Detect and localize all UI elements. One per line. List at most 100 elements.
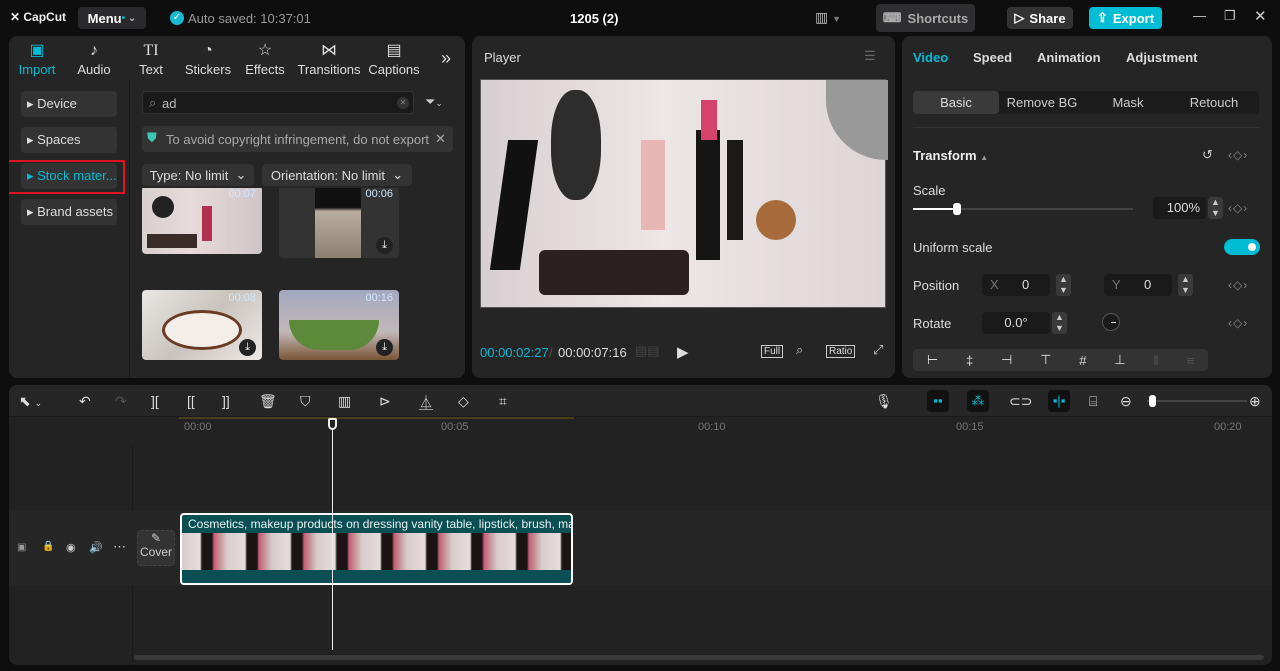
position-x-stepper[interactable]: ▲ ▼	[1056, 274, 1071, 296]
share-button[interactable]: ▷ Share	[1007, 7, 1073, 29]
delete-icon[interactable]: 🗑	[259, 393, 277, 410]
uniform-scale-toggle[interactable]	[1224, 239, 1260, 255]
audio-icon[interactable]: 🔊	[89, 541, 103, 554]
zoom-fit-icon[interactable]: ⌸	[1089, 393, 1097, 410]
tab-animation[interactable]: Animation	[1037, 50, 1101, 65]
tab-import[interactable]: ▣ Import	[9, 36, 65, 77]
distribute-h-icon[interactable]: ‖	[1153, 353, 1158, 368]
rotate-dial[interactable]	[1102, 313, 1120, 331]
rotate-icon[interactable]: ◇	[458, 393, 469, 410]
tab-audio[interactable]: ♪ Audio	[66, 36, 122, 77]
lock-icon[interactable]: 🔒	[42, 541, 54, 552]
tab-text[interactable]: TI Text	[123, 36, 179, 77]
more-tabs-icon[interactable]: »	[441, 48, 451, 69]
scale-slider[interactable]	[913, 203, 1133, 215]
dismiss-notice-icon[interactable]: ✕	[435, 131, 446, 147]
stock-thumb[interactable]: 00:06 ⤓	[279, 188, 399, 258]
snap-icon[interactable]: ⁂	[967, 390, 989, 412]
align-bottom-icon[interactable]: ⊥	[1114, 352, 1125, 368]
tab-speed[interactable]: Speed	[973, 50, 1012, 65]
stock-thumb[interactable]: 00:07	[142, 188, 262, 254]
freeze-icon[interactable]: ▥	[338, 393, 351, 410]
keyframe-icon[interactable]: ‹◇›	[1228, 316, 1248, 330]
full-quality-button[interactable]: Full	[761, 345, 784, 358]
keyframe-icon[interactable]: ‹◇›	[1228, 201, 1248, 215]
menu-button[interactable]: Menu • ⌄	[78, 7, 146, 29]
mirror-icon[interactable]: ⏅	[419, 393, 433, 413]
horizontal-scrollbar[interactable]	[134, 655, 1264, 660]
align-right-icon[interactable]: ⊣	[1001, 352, 1012, 368]
playhead-handle[interactable]	[328, 418, 337, 430]
rotate-input[interactable]: 0.0°	[982, 312, 1050, 334]
maximize-button[interactable]: ❐	[1224, 8, 1236, 24]
reset-icon[interactable]: ↺	[1202, 147, 1213, 163]
align-center-h-icon[interactable]: ‡	[966, 353, 973, 368]
reverse-icon[interactable]: ⊳	[379, 393, 391, 410]
undo-icon[interactable]: ↶	[79, 393, 91, 410]
shortcuts-button[interactable]: ⌨ Shortcuts	[876, 4, 975, 32]
sidebar-item-device[interactable]: ▸ Device	[21, 91, 117, 117]
keyframe-icon[interactable]: ‹◇›	[1228, 278, 1248, 292]
export-button[interactable]: ⇪ Export	[1089, 7, 1162, 29]
playhead[interactable]	[332, 425, 333, 650]
sidebar-item-brand-assets[interactable]: ▸ Brand assets	[21, 199, 117, 225]
zoom-in-icon[interactable]: ⊕	[1249, 393, 1261, 410]
track-toggle-icon[interactable]: ▣	[17, 542, 26, 553]
link-icon[interactable]: ⊂⊃	[1009, 393, 1032, 410]
align-top-icon[interactable]: ⊤	[1040, 352, 1051, 368]
minimize-button[interactable]: —	[1193, 8, 1206, 23]
distribute-v-icon[interactable]: ≡	[1187, 353, 1195, 368]
stock-thumb[interactable]: 00:16 ⤓	[279, 290, 399, 360]
stock-thumb[interactable]: 00:08 ⤓	[142, 290, 262, 360]
align-left-icon[interactable]: ⊢	[927, 352, 938, 368]
cover-button[interactable]: ✎ Cover	[137, 530, 175, 566]
clear-search-icon[interactable]: ✕	[397, 97, 409, 109]
main-track-magnet-icon[interactable]: ▪▪	[927, 390, 949, 412]
zoom-preview-icon[interactable]: ⌕	[796, 342, 803, 358]
scale-input[interactable]: 100%	[1153, 197, 1206, 219]
tab-captions[interactable]: ▤ Captions	[364, 36, 424, 77]
rotate-stepper[interactable]: ▲ ▼	[1052, 312, 1067, 334]
split-right-icon[interactable]: ]]	[222, 393, 230, 409]
orientation-filter-dropdown[interactable]: Orientation: No limit ⌄	[262, 164, 412, 186]
ratio-button[interactable]: Ratio	[826, 345, 856, 358]
split-left-icon[interactable]: [[	[187, 393, 195, 409]
tab-effects[interactable]: ☆ Effects	[237, 36, 293, 77]
play-button[interactable]: ▶	[677, 343, 689, 361]
tab-transitions[interactable]: ⋈ Transitions	[294, 36, 364, 77]
download-icon[interactable]: ⤓	[239, 339, 256, 356]
position-y-stepper[interactable]: ▲ ▼	[1178, 274, 1193, 296]
tab-adjustment[interactable]: Adjustment	[1126, 50, 1198, 65]
subtab-basic[interactable]: Basic	[913, 91, 999, 114]
split-icon[interactable]: ][	[151, 393, 159, 409]
scale-stepper[interactable]: ▲ ▼	[1208, 197, 1223, 219]
position-x-input[interactable]: X0	[982, 274, 1050, 296]
video-clip[interactable]: Cosmetics, makeup products on dressing v…	[180, 513, 573, 585]
search-input[interactable]: ⌕ ad ✕	[142, 91, 414, 114]
slider-handle[interactable]	[953, 203, 961, 215]
tab-video[interactable]: Video	[913, 50, 948, 65]
download-icon[interactable]: ⤓	[376, 339, 393, 356]
crop-icon[interactable]: ⌗	[499, 393, 507, 410]
transform-header[interactable]: Transform ▲	[913, 148, 988, 163]
zoom-slider[interactable]	[1147, 395, 1247, 407]
tab-stickers[interactable]: ◔ Stickers	[180, 36, 236, 77]
layout-icon[interactable]: ▥ ▼	[815, 9, 841, 26]
marker-icon[interactable]: ⛉	[300, 393, 311, 410]
video-preview[interactable]	[480, 79, 888, 308]
subtab-remove-bg[interactable]: Remove BG	[999, 91, 1085, 114]
select-tool-icon[interactable]: ⬉ ⌄	[19, 393, 42, 410]
preview-axis-icon[interactable]: ▪|▪	[1048, 390, 1070, 412]
position-y-input[interactable]: Y0	[1104, 274, 1172, 296]
zoom-out-icon[interactable]: ⊖	[1120, 393, 1132, 410]
player-menu-icon[interactable]: ☰	[864, 48, 876, 64]
microphone-icon[interactable]: 🎙	[875, 393, 893, 410]
download-icon[interactable]: ⤓	[376, 237, 393, 254]
close-button[interactable]: ✕	[1254, 7, 1267, 25]
filter-icon[interactable]: ⏷⌄	[425, 94, 443, 110]
fullscreen-icon[interactable]: ⤢	[873, 342, 883, 358]
redo-icon[interactable]: ↷	[115, 393, 127, 410]
eye-icon[interactable]: ◉	[66, 541, 76, 554]
subtab-mask[interactable]: Mask	[1085, 91, 1171, 114]
subtab-retouch[interactable]: Retouch	[1171, 91, 1257, 114]
